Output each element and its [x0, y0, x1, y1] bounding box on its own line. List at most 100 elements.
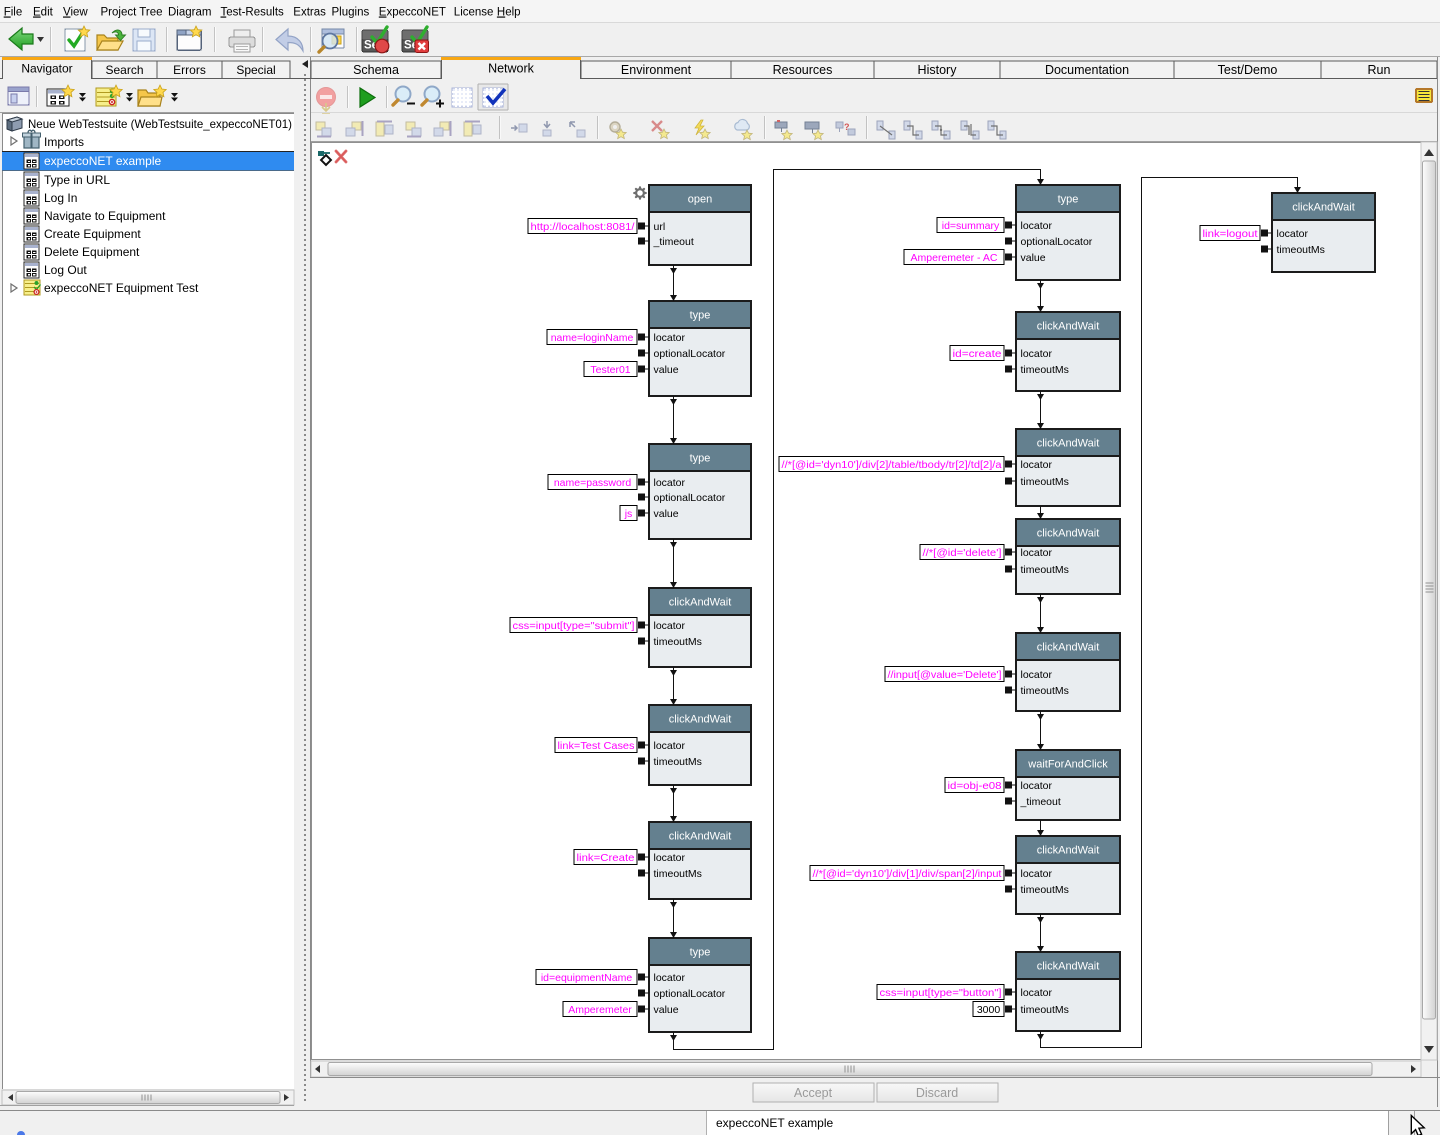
svg-text:name=password: name=password: [554, 477, 631, 489]
svg-text:Amperemeter: Amperemeter: [568, 1004, 632, 1016]
svg-text:locator: locator: [1021, 987, 1053, 999]
svg-text:optionalLocator: optionalLocator: [654, 348, 726, 360]
svg-text:http://localhost:8081/: http://localhost:8081/: [531, 221, 635, 233]
svg-text:clickAndWait: clickAndWait: [669, 714, 732, 726]
svg-text:id=equipmentName: id=equipmentName: [541, 972, 633, 984]
svg-text:Neue WebTestsuite (WebTestsuit: Neue WebTestsuite (WebTestsuite_expeccoN…: [28, 117, 292, 131]
svg-text:expeccoNET example: expeccoNET example: [716, 1116, 833, 1130]
svg-text:optionalLocator: optionalLocator: [1021, 236, 1093, 248]
svg-text:locator: locator: [1021, 669, 1053, 681]
svg-text:clickAndWait: clickAndWait: [1037, 642, 1100, 654]
svg-text:Edit: Edit: [33, 7, 54, 19]
svg-text:name=loginName: name=loginName: [551, 332, 634, 344]
svg-text:Diagram: Diagram: [168, 7, 211, 19]
svg-text:timeoutMs: timeoutMs: [1021, 685, 1069, 697]
svg-text:locator: locator: [1021, 459, 1053, 471]
svg-text:Imports: Imports: [44, 135, 84, 149]
svg-text:Accept: Accept: [794, 1086, 833, 1100]
svg-text:type: type: [1058, 194, 1079, 206]
svg-text:waitForAndClick: waitForAndClick: [1027, 759, 1108, 771]
svg-text:Amperemeter - AC: Amperemeter - AC: [911, 252, 998, 264]
svg-text:Plugins: Plugins: [332, 7, 370, 19]
svg-text:link=Create: link=Create: [577, 852, 635, 864]
svg-text:clickAndWait: clickAndWait: [1037, 528, 1100, 540]
svg-text:locator: locator: [1021, 220, 1053, 232]
svg-text:Special: Special: [236, 63, 275, 77]
svg-text:expeccoNET Equipment Test: expeccoNET Equipment Test: [44, 281, 199, 295]
svg-text:Delete Equipment: Delete Equipment: [44, 245, 140, 259]
svg-text:open: open: [688, 194, 712, 206]
svg-text:Type in URL: Type in URL: [44, 173, 110, 187]
svg-text:Schema: Schema: [353, 63, 399, 77]
svg-text:timeoutMs: timeoutMs: [1277, 244, 1325, 256]
svg-text:id=create: id=create: [953, 348, 1002, 360]
svg-text:timeoutMs: timeoutMs: [1021, 1004, 1069, 1016]
svg-text:Documentation: Documentation: [1045, 63, 1129, 77]
svg-text:locator: locator: [654, 972, 686, 984]
svg-text:Discard: Discard: [916, 1086, 958, 1100]
svg-text:url: url: [654, 221, 666, 233]
svg-text:locator: locator: [1021, 868, 1053, 880]
svg-text:Search: Search: [105, 63, 143, 77]
svg-text:Network: Network: [488, 62, 535, 76]
svg-text:id=obj-e08: id=obj-e08: [948, 780, 1002, 792]
svg-text:locator: locator: [654, 620, 686, 632]
svg-text:id=summary: id=summary: [942, 220, 1000, 232]
svg-text:link=logout: link=logout: [1203, 228, 1258, 240]
svg-text:optionalLocator: optionalLocator: [654, 492, 726, 504]
svg-text:Environment: Environment: [621, 63, 692, 77]
svg-text://*[@id='delete']: //*[@id='delete']: [923, 547, 1002, 559]
svg-text:locator: locator: [654, 740, 686, 752]
svg-text:clickAndWait: clickAndWait: [1037, 845, 1100, 857]
svg-text:Run: Run: [1368, 63, 1391, 77]
svg-text:value: value: [654, 364, 679, 376]
svg-text:clickAndWait: clickAndWait: [1037, 961, 1100, 973]
svg-text:css=input[type="submit"]: css=input[type="submit"]: [513, 620, 635, 632]
svg-text://*[@id='dyn10']/div[1]/div/sp: //*[@id='dyn10']/div[1]/div/span[2]/inpu…: [813, 868, 1002, 880]
svg-text:value: value: [654, 508, 679, 520]
svg-text://input[@value='Delete']: //input[@value='Delete']: [888, 669, 1002, 681]
svg-text:clickAndWait: clickAndWait: [1037, 438, 1100, 450]
svg-text:View: View: [63, 7, 88, 19]
svg-text:Extras: Extras: [293, 7, 326, 19]
svg-text:timeoutMs: timeoutMs: [654, 868, 702, 880]
svg-text:expeccoNET example: expeccoNET example: [44, 154, 161, 168]
svg-text:Navigator: Navigator: [21, 62, 72, 76]
svg-text:clickAndWait: clickAndWait: [1037, 321, 1100, 333]
svg-text:Help: Help: [497, 7, 521, 19]
svg-text:timeoutMs: timeoutMs: [1021, 884, 1069, 896]
svg-text:css=input[type="button"]: css=input[type="button"]: [880, 987, 1002, 999]
svg-text:ExpeccoNET: ExpeccoNET: [379, 7, 446, 19]
svg-text:locator: locator: [1021, 348, 1053, 360]
svg-text:type: type: [690, 947, 711, 959]
svg-text:value: value: [1021, 252, 1046, 264]
svg-text:locator: locator: [1021, 780, 1053, 792]
svg-text:Log In: Log In: [44, 191, 77, 205]
svg-text:type: type: [690, 310, 711, 322]
svg-text:History: History: [918, 63, 958, 77]
svg-text:_timeout: _timeout: [653, 236, 694, 248]
svg-text:locator: locator: [1021, 547, 1053, 559]
svg-text:Resources: Resources: [773, 63, 833, 77]
svg-text:locator: locator: [654, 477, 686, 489]
svg-text:js: js: [624, 508, 633, 520]
svg-text:timeoutMs: timeoutMs: [1021, 476, 1069, 488]
svg-text:Log Out: Log Out: [44, 263, 87, 277]
svg-text:Project Tree: Project Tree: [101, 7, 163, 19]
svg-text:Test-Results: Test-Results: [221, 7, 285, 19]
svg-text:locator: locator: [1277, 228, 1309, 240]
svg-text:File: File: [4, 7, 23, 19]
svg-text:link=Test Cases: link=Test Cases: [558, 740, 635, 752]
svg-text:?: ?: [844, 122, 850, 132]
svg-text:timeoutMs: timeoutMs: [1021, 364, 1069, 376]
svg-text:Errors: Errors: [173, 63, 206, 77]
svg-text:License: License: [454, 7, 494, 19]
svg-text:clickAndWait: clickAndWait: [669, 597, 732, 609]
svg-text:_timeout: _timeout: [1020, 796, 1061, 808]
svg-text:timeoutMs: timeoutMs: [1021, 564, 1069, 576]
svg-text:Tester01: Tester01: [590, 364, 630, 376]
svg-text:locator: locator: [654, 332, 686, 344]
svg-text:value: value: [654, 1004, 679, 1016]
svg-text:Create Equipment: Create Equipment: [44, 227, 141, 241]
svg-text:optionalLocator: optionalLocator: [654, 988, 726, 1000]
